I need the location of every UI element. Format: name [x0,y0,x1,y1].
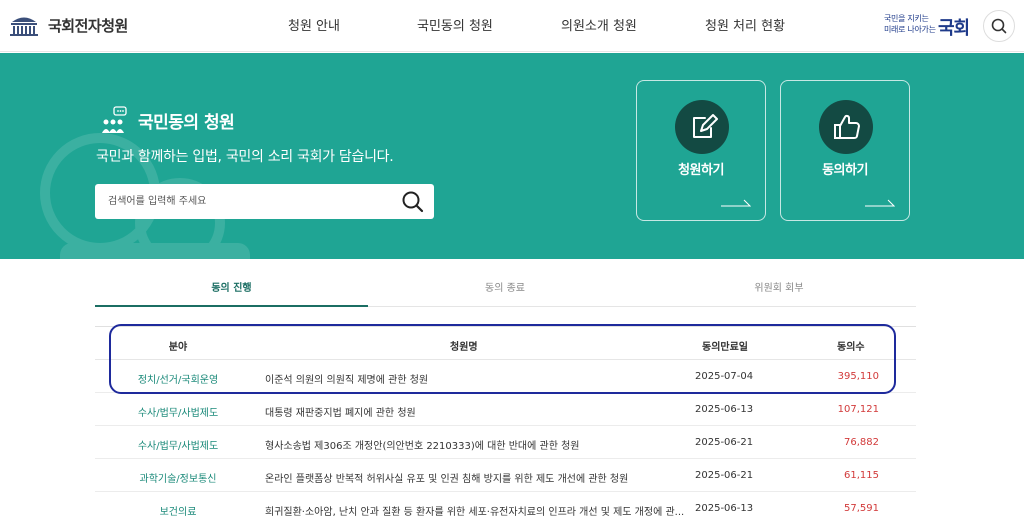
search-icon [402,191,424,213]
tab-consent-closed[interactable]: 동의 종료 [368,276,642,307]
search-icon [991,18,1007,34]
row-category: 수사/법무/사법제도 [137,408,219,419]
petition-status-tabs: 동의 진행 동의 종료 위원회 회부 [95,276,916,307]
row-title[interactable]: 온라인 플랫폼상 반복적 허위사실 유포 및 인권 침해 방지를 위한 제도 개… [265,470,628,485]
row-expiry-date: 2025-06-21 [695,470,754,481]
submit-petition-card[interactable]: 청원하기 [636,80,766,221]
table-row[interactable]: 수사/법무/사법제도 형사소송법 제306조 개정안(의안번호 2210333)… [95,426,916,459]
nav-public-consent-petition[interactable]: 국민동의 청원 [417,15,493,34]
action-icon-circle [819,100,873,154]
row-category: 정치/선거/국회운영 [137,375,219,386]
arrow-right-icon [721,199,751,207]
hero-banner: 국민동의 청원 국민과 함께하는 입법, 국민의 소리 국회가 담습니다. 청원… [0,53,1024,259]
table-row[interactable]: 수사/법무/사법제도 대통령 재판중지법 폐지에 관한 청원 2025-06-1… [95,393,916,426]
people-chat-icon [102,106,127,133]
site-header: 국회전자청원 청원 안내 국민동의 청원 의원소개 청원 청원 처리 현황 국민… [0,0,1024,52]
table-row[interactable]: 정치/선거/국회운영 이준석 의원의 의원직 제명에 관한 청원 2025-07… [95,360,916,393]
consent-petition-card[interactable]: 동의하기 [780,80,910,221]
row-expiry-date: 2025-06-21 [695,437,754,448]
petition-table: 분야 청원명 동의만료일 동의수 정치/선거/국회운영 이준석 의원의 의원직 … [95,326,916,525]
row-expiry-date: 2025-06-13 [695,503,754,514]
arrow-right-icon [865,199,895,207]
table-row[interactable]: 과학기술/정보통신 온라인 플랫폼상 반복적 허위사실 유포 및 인권 침해 방… [95,459,916,492]
petition-search-input[interactable] [95,184,385,219]
petition-search-box [95,184,434,219]
row-consent-count: 61,115 [844,470,879,481]
row-category: 보건의료 [159,507,197,518]
assembly-building-icon [10,17,38,36]
column-header-expiry-date: 동의만료일 [702,342,748,353]
row-expiry-date: 2025-07-04 [695,371,754,382]
tab-consent-in-progress[interactable]: 동의 진행 [95,276,368,307]
banner-heading: 국민동의 청원 [100,105,235,135]
thumbs-up-icon [834,114,860,139]
table-row[interactable]: 보건의료 희귀질환·소아암, 난치 안과 질환 등 환자를 위한 세포·유전자치… [95,492,916,525]
action-icon-circle [675,100,729,154]
row-consent-count: 57,591 [844,503,879,514]
row-title[interactable]: 대통령 재판중지법 폐지에 관한 청원 [265,404,416,419]
tab-committee-referral[interactable]: 위원회 회부 [642,276,916,307]
assembly-slogan: 국민을 지키는 미래로 나아가는 국회 [884,13,974,39]
column-header-title: 청원명 [450,342,478,353]
logo-text: 국회전자청원 [48,16,128,35]
row-consent-count: 395,110 [837,371,879,382]
slogan-emblem: 국회 [938,18,970,39]
column-header-consent-count: 동의수 [837,342,865,353]
column-header-category: 분야 [168,342,188,353]
table-header: 분야 청원명 동의만료일 동의수 [95,326,916,360]
banner-description: 국민과 함께하는 입법, 국민의 소리 국회가 담습니다. [96,149,394,165]
nav-member-referral-petition[interactable]: 의원소개 청원 [561,15,637,34]
row-title[interactable]: 형사소송법 제306조 개정안(의안번호 2210333)에 대한 반대에 관한… [265,437,579,452]
row-expiry-date: 2025-06-13 [695,404,754,415]
row-category: 수사/법무/사법제도 [137,441,219,452]
nav-petition-status[interactable]: 청원 처리 현황 [705,15,785,34]
header-search-button[interactable] [983,10,1015,42]
row-consent-count: 107,121 [837,404,879,415]
row-title[interactable]: 이준석 의원의 의원직 제명에 관한 청원 [265,371,428,386]
row-category: 과학기술/정보통신 [139,474,217,485]
row-consent-count: 76,882 [844,437,879,448]
pencil-icon [693,114,718,138]
site-logo[interactable]: 국회전자청원 [8,10,128,40]
submit-petition-label: 청원하기 [678,163,724,178]
petition-search-submit[interactable] [398,187,428,217]
nav-petition-guide[interactable]: 청원 안내 [288,15,340,34]
banner-title: 국민동의 청원 [138,112,235,133]
row-title[interactable]: 희귀질환·소아암, 난치 안과 질환 등 환자를 위한 세포·유전자치료의 인프… [265,503,684,518]
consent-petition-label: 동의하기 [822,163,868,178]
